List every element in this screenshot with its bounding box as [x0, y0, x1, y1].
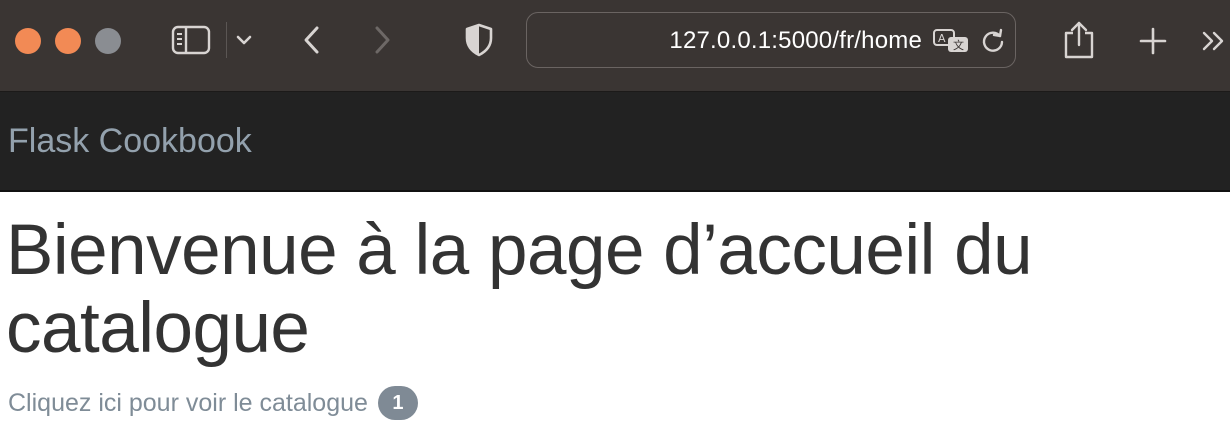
navbar-brand-link[interactable]: Flask Cookbook: [8, 92, 252, 190]
share-icon: [1063, 20, 1095, 60]
catalog-link-row: Cliquez ici pour voir le catalogue 1: [8, 386, 418, 420]
svg-text:A: A: [938, 32, 946, 45]
privacy-report-button[interactable]: [460, 20, 498, 60]
forward-button[interactable]: [366, 20, 398, 60]
new-tab-button[interactable]: [1134, 22, 1172, 60]
sidebar-icon: [171, 25, 211, 55]
back-button[interactable]: [296, 20, 328, 60]
chevron-left-icon: [302, 25, 322, 55]
share-button[interactable]: [1060, 18, 1098, 62]
svg-text:文: 文: [953, 38, 964, 52]
translate-icon: A 文: [932, 28, 970, 54]
chevron-down-icon: [236, 34, 252, 46]
catalog-link[interactable]: Cliquez ici pour voir le catalogue: [8, 389, 368, 418]
catalog-count-badge: 1: [377, 386, 418, 420]
plus-icon: [1138, 26, 1168, 56]
browser-toolbar: 127.0.0.1:5000/fr/home A 文: [0, 0, 1230, 92]
site-navbar: Flask Cookbook: [0, 92, 1230, 192]
page-content: Bienvenue à la page d’accueil du catalog…: [0, 192, 1230, 435]
shield-icon: [464, 23, 494, 57]
translate-button[interactable]: A 文: [931, 27, 971, 55]
more-tabs-button[interactable]: [1196, 24, 1230, 58]
toolbar-divider: [226, 22, 227, 58]
reload-button[interactable]: [979, 27, 1007, 55]
sidebar-toggle-button[interactable]: [168, 22, 214, 58]
window-minimize-button[interactable]: [55, 28, 81, 54]
window-zoom-button[interactable]: [95, 28, 121, 54]
page-title: Bienvenue à la page d’accueil du catalog…: [6, 211, 1033, 368]
sidebar-menu-button[interactable]: [232, 26, 256, 54]
chevron-right-icon: [372, 25, 392, 55]
reload-icon: [980, 28, 1006, 54]
url-text[interactable]: 127.0.0.1:5000/fr/home: [527, 13, 922, 69]
double-chevron-right-icon: [1200, 30, 1226, 52]
window-close-button[interactable]: [15, 28, 41, 54]
address-bar[interactable]: 127.0.0.1:5000/fr/home A 文: [526, 12, 1016, 68]
